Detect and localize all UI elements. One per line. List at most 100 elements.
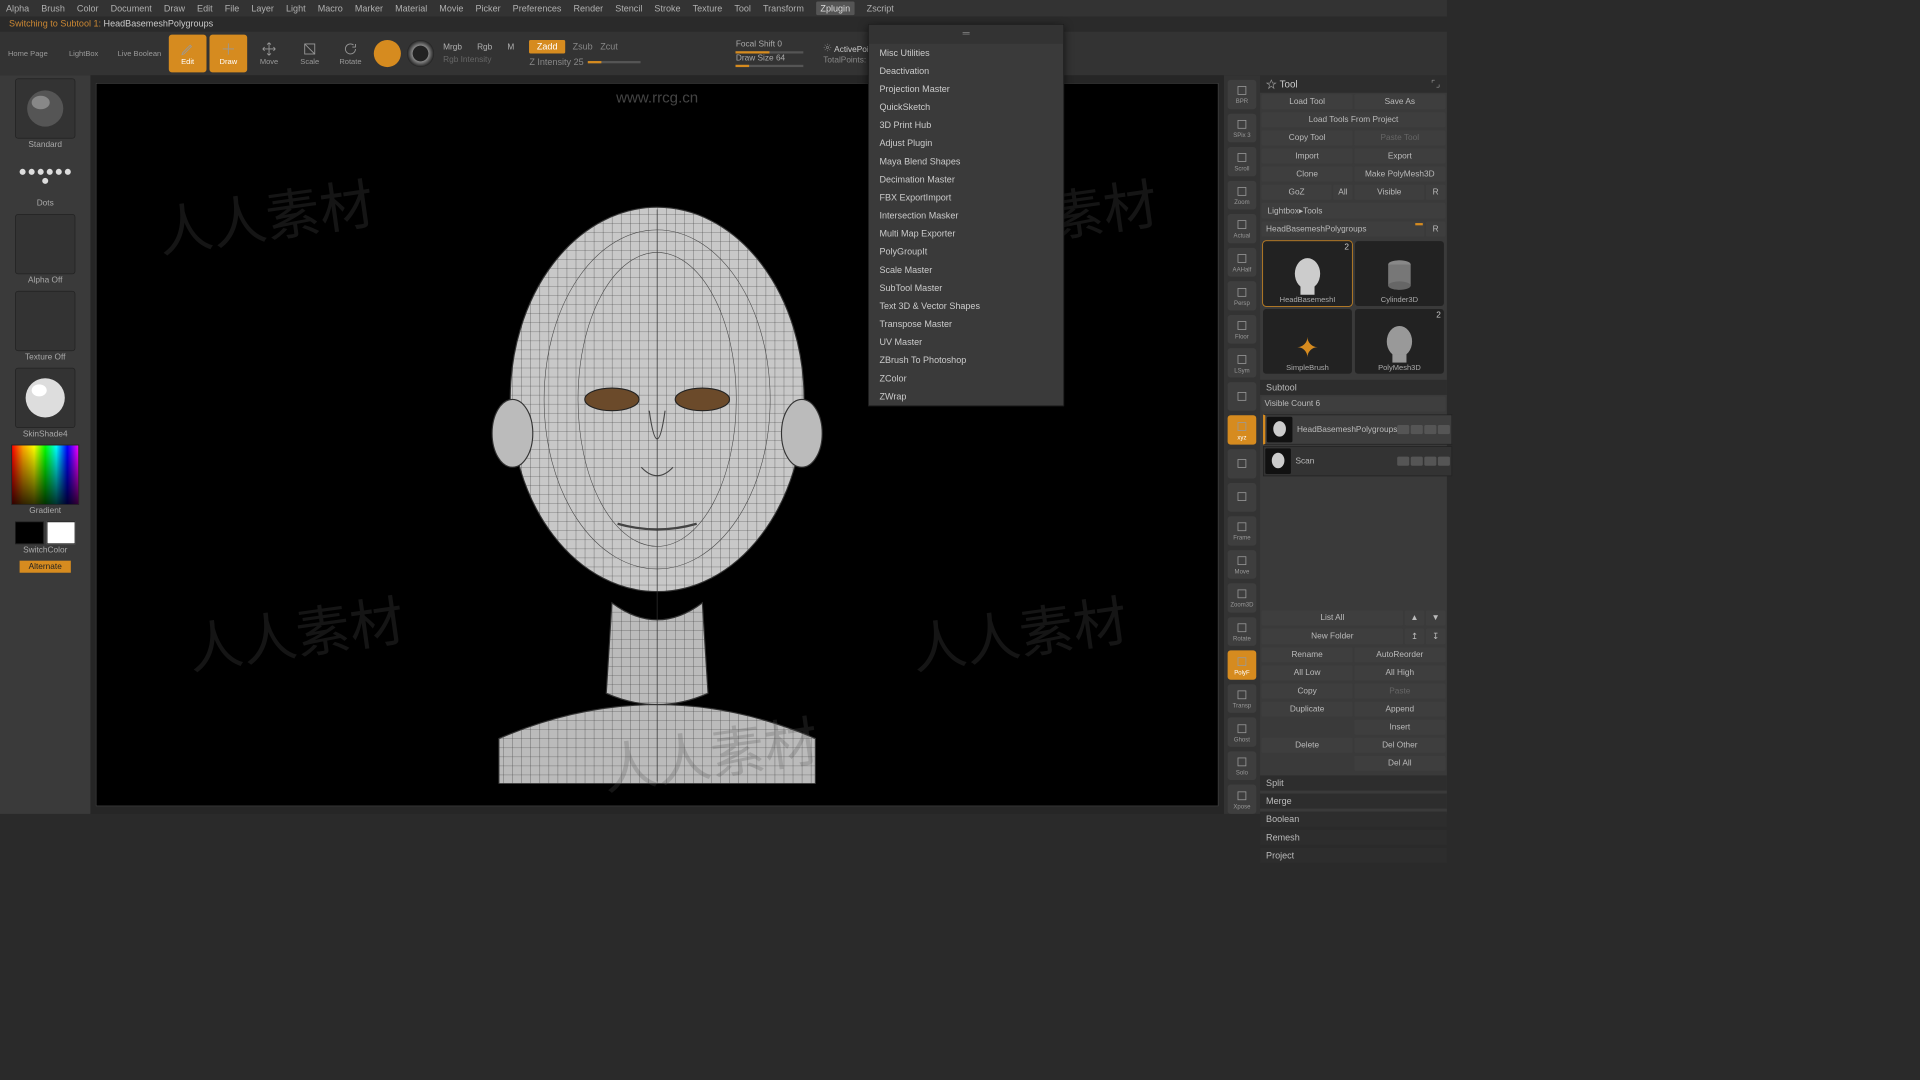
insert-button[interactable]: Insert [1354,720,1445,735]
side-icon[interactable] [1228,483,1257,512]
plugin-fbx-exportimport[interactable]: FBX ExportImport [869,188,1063,206]
list-all-button[interactable]: List All [1262,610,1404,625]
draw-mode-button[interactable]: Draw [210,35,248,73]
goz-r-button[interactable]: R [1426,185,1446,200]
plugin-misc-utilities[interactable]: Misc Utilities [869,44,1063,62]
gradient-label[interactable]: Gradient [29,506,61,515]
menu-texture[interactable]: Texture [693,3,723,14]
menu-zplugin[interactable]: Zplugin [816,2,855,16]
menu-light[interactable]: Light [286,3,306,14]
draw-size-label[interactable]: Draw Size 64 [736,54,785,63]
folder-up-button[interactable]: ↥ [1405,629,1425,645]
list-down-button[interactable]: ▼ [1426,610,1446,625]
side-actual[interactable]: Actual [1228,214,1257,243]
side-move[interactable]: Move [1228,550,1257,579]
autoreorder-button[interactable]: AutoReorder [1354,647,1445,662]
menu-render[interactable]: Render [573,3,603,14]
plugin-maya-blend-shapes[interactable]: Maya Blend Shapes [869,152,1063,170]
import-button[interactable]: Import [1262,148,1353,163]
clone-button[interactable]: Clone [1262,167,1353,182]
z-intensity-label[interactable]: Z Intensity 25 [529,57,583,68]
side-xyz[interactable]: xyz [1228,416,1257,445]
zadd-button[interactable]: Zadd [529,40,565,54]
menu-file[interactable]: File [225,3,240,14]
edit-mode-button[interactable]: Edit [169,35,207,73]
plugin-transpose-master[interactable]: Transpose Master [869,315,1063,333]
tool-thumb-simplebrush[interactable]: ✦SimpleBrush [1263,309,1352,374]
copy-subtool-button[interactable]: Copy [1262,684,1353,699]
menu-material[interactable]: Material [395,3,427,14]
gizmo-toggle[interactable] [374,40,401,67]
make-polymesh-button[interactable]: Make PolyMesh3D [1354,167,1445,182]
menu-stroke[interactable]: Stroke [654,3,680,14]
section-split[interactable]: Split [1260,775,1447,790]
subtool-headbasemeshpolygroups[interactable]: HeadBasemeshPolygroups [1263,414,1452,444]
new-folder-button[interactable]: New Folder [1262,629,1404,645]
menu-alpha[interactable]: Alpha [6,3,29,14]
menu-zscript[interactable]: Zscript [867,3,894,14]
zsub-button[interactable]: Zsub [573,41,593,52]
all-low-button[interactable]: All Low [1262,665,1353,680]
menu-edit[interactable]: Edit [197,3,213,14]
menu-movie[interactable]: Movie [439,3,463,14]
all-high-button[interactable]: All High [1354,665,1445,680]
side-icon[interactable] [1228,382,1257,411]
plugin-deactivation[interactable]: Deactivation [869,62,1063,80]
menu-color[interactable]: Color [77,3,99,14]
append-button[interactable]: Append [1354,702,1445,717]
del-all-button[interactable]: Del All [1354,756,1445,771]
rotate-mode-button[interactable]: Rotate [332,35,370,73]
side-aahalf[interactable]: AAHalf [1228,248,1257,277]
texture-swatch[interactable] [15,291,75,351]
paste-subtool-button[interactable]: Paste [1354,684,1445,699]
side-scroll[interactable]: Scroll [1228,147,1257,176]
lightbox-button[interactable]: LightBox [57,35,110,73]
section-project[interactable]: Project [1260,848,1447,863]
m-button[interactable]: M [507,43,514,52]
material-swatch[interactable] [15,368,75,428]
live-boolean-button[interactable]: Live Boolean [113,35,166,73]
side-solo[interactable]: Solo [1228,751,1257,780]
plugin-subtool-master[interactable]: SubTool Master [869,279,1063,297]
menu-tool[interactable]: Tool [734,3,751,14]
menu-picker[interactable]: Picker [475,3,500,14]
menu-marker[interactable]: Marker [355,3,383,14]
delete-button[interactable]: Delete [1262,738,1353,753]
plugin-projection-master[interactable]: Projection Master [869,80,1063,98]
home-page-button[interactable]: Home Page [2,35,55,73]
subtool-scan[interactable]: Scan [1263,446,1452,476]
section-merge[interactable]: Merge [1260,794,1447,809]
alternate-button[interactable]: Alternate [20,561,71,573]
menu-macro[interactable]: Macro [318,3,343,14]
stroke-swatch[interactable] [15,155,75,197]
menu-draw[interactable]: Draw [164,3,185,14]
side-persp[interactable]: Persp [1228,281,1257,310]
color-swatches[interactable] [15,521,75,544]
tool-r-button[interactable]: R [1426,222,1446,237]
goz-button[interactable]: GoZ [1262,185,1332,200]
plugin-zcolor[interactable]: ZColor [869,369,1063,387]
side-zoom[interactable]: Zoom [1228,181,1257,210]
tool-panel-header[interactable]: Tool [1260,75,1447,92]
focal-shift-label[interactable]: Focal Shift 0 [736,40,782,49]
sculptris-toggle[interactable] [407,40,434,67]
section-remesh[interactable]: Remesh [1260,830,1447,845]
zcut-button[interactable]: Zcut [600,41,618,52]
plugin-multi-map-exporter[interactable]: Multi Map Exporter [869,225,1063,243]
plugin-adjust-plugin[interactable]: Adjust Plugin [869,134,1063,152]
menu-layer[interactable]: Layer [251,3,274,14]
side-polyf[interactable]: PolyF [1228,651,1257,680]
side-icon[interactable] [1228,449,1257,478]
save-as-button[interactable]: Save As [1354,94,1445,109]
subtool-header[interactable]: Subtool [1260,380,1447,395]
visible-count[interactable]: Visible Count 6 [1262,396,1446,411]
plugin-scale-master[interactable]: Scale Master [869,261,1063,279]
side-xpose[interactable]: Xpose [1228,785,1257,814]
del-other-button[interactable]: Del Other [1354,738,1445,753]
side-ghost[interactable]: Ghost [1228,718,1257,747]
plugin-quicksketch[interactable]: QuickSketch [869,98,1063,116]
side-rotate[interactable]: Rotate [1228,617,1257,646]
folder-down-button[interactable]: ↧ [1426,629,1446,645]
side-frame[interactable]: Frame [1228,516,1257,545]
expand-icon[interactable] [1430,78,1441,89]
